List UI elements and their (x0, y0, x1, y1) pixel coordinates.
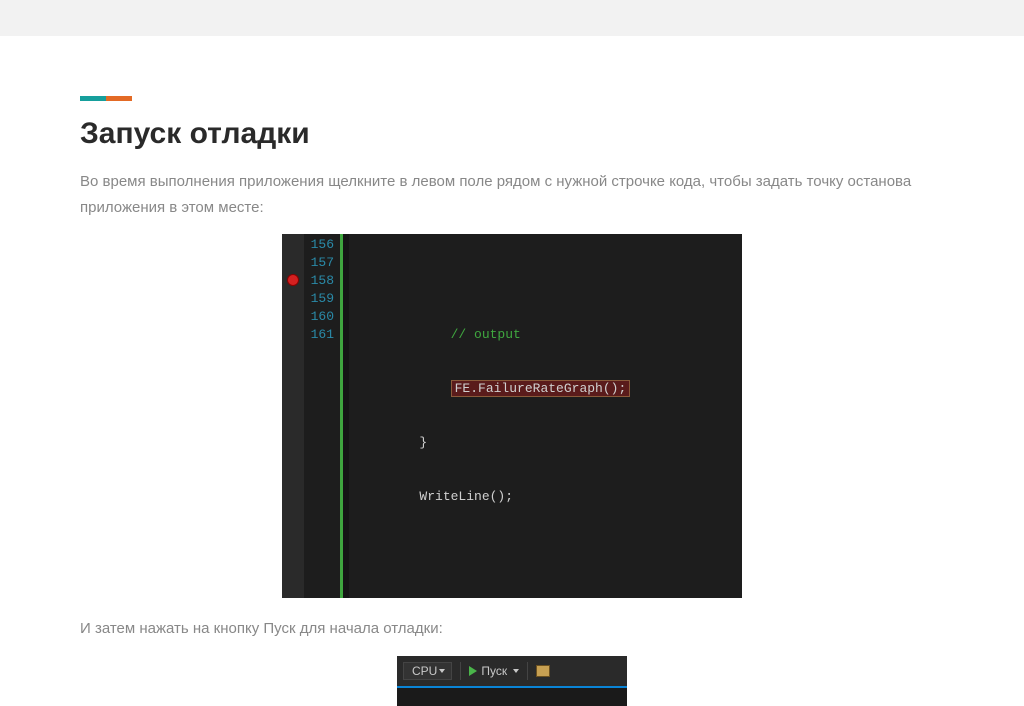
chevron-down-icon (439, 669, 445, 673)
line-number: 157 (304, 254, 334, 272)
line-number: 161 (304, 326, 334, 344)
paragraph-2: И затем нажать на кнопку Пуск для начала… (80, 616, 944, 642)
line-number: 159 (304, 290, 334, 308)
toolbar-row: CPU Пуск (397, 656, 627, 686)
line-number: 160 (304, 308, 334, 326)
vs-toolbar: CPU Пуск (397, 656, 627, 706)
top-bar (0, 0, 1024, 36)
start-label[interactable]: Пуск (481, 664, 507, 678)
accent-bar (80, 96, 132, 101)
cpu-label: CPU (412, 664, 437, 678)
code-comment: // output (451, 327, 521, 342)
line-number: 158 (304, 272, 334, 290)
breakpoint-gutter (282, 234, 304, 598)
toolbar-figure: CPU Пуск (80, 656, 944, 706)
code-text: WriteLine(); (419, 489, 513, 504)
play-icon[interactable] (469, 666, 477, 676)
paragraph-1: Во время выполнения приложения щелкните … (80, 169, 944, 220)
code-text: } (419, 435, 427, 450)
page-title: Запуск отладки (80, 117, 944, 151)
keyboard-icon[interactable] (536, 665, 550, 677)
code-breakpoint-line: FE.FailureRateGraph(); (451, 380, 631, 397)
cpu-selector[interactable]: CPU (403, 662, 452, 680)
slide-content: Запуск отладки Во время выполнения прило… (0, 36, 1024, 706)
code-editor-figure: 156 157 158 159 160 161 // output FE.Fai… (80, 234, 944, 598)
chevron-down-icon[interactable] (513, 669, 519, 673)
line-number-gutter: 156 157 158 159 160 161 (304, 234, 340, 598)
breakpoint-icon (287, 274, 299, 286)
separator (527, 662, 528, 680)
separator (460, 662, 461, 680)
code-area: // output FE.FailureRateGraph(); } Write… (349, 234, 742, 598)
code-editor: 156 157 158 159 160 161 // output FE.Fai… (282, 234, 742, 598)
toolbar-status-strip (397, 686, 627, 706)
line-number: 156 (304, 236, 334, 254)
